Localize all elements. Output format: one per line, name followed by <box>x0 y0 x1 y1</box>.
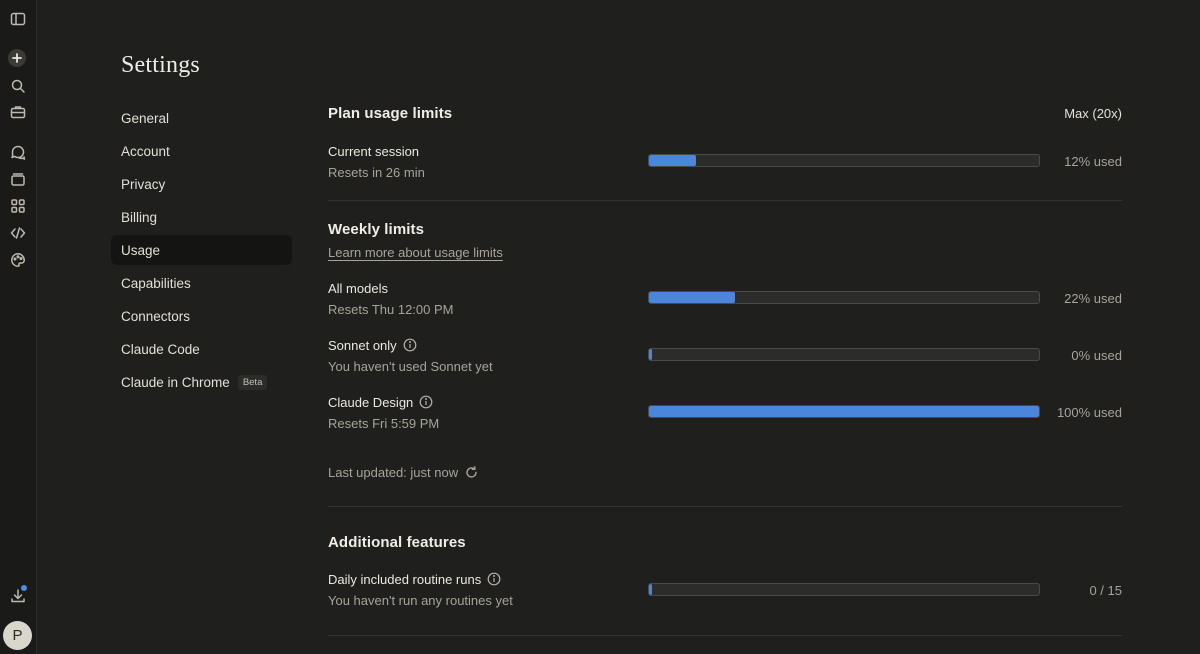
routine-runs-progress-bar <box>648 583 1040 596</box>
claude-design-row-label: Claude Design <box>328 395 433 410</box>
beta-badge: Beta <box>237 374 268 390</box>
routine-runs-count: 0 / 15 <box>1089 583 1122 598</box>
page-title: Settings <box>121 52 200 78</box>
progress-fill <box>649 406 1039 417</box>
chats-icon[interactable] <box>8 142 28 162</box>
sonnet-only-row-label: Sonnet only <box>328 338 417 353</box>
divider <box>328 200 1122 201</box>
nav-item-label: General <box>121 110 170 126</box>
sonnet-only-label: Sonnet only <box>328 338 397 353</box>
code-icon[interactable] <box>8 223 28 243</box>
nav-item-general[interactable]: General <box>111 103 292 133</box>
nav-item-account[interactable]: Account <box>111 136 292 166</box>
progress-fill <box>649 155 696 166</box>
claude-design-percent: 100% used <box>1056 405 1122 420</box>
plan-badge: Max (20x) <box>1064 106 1122 121</box>
nav-item-label: Claude Code <box>121 341 200 357</box>
claude-design-label: Claude Design <box>328 395 414 410</box>
sonnet-only-status: You haven't used Sonnet yet <box>328 359 493 374</box>
plus-icon <box>12 53 22 63</box>
nav-item-capabilities[interactable]: Capabilities <box>111 268 292 298</box>
nav-item-usage[interactable]: Usage <box>111 235 292 265</box>
avatar[interactable]: P <box>3 621 32 650</box>
left-rail: P <box>0 0 37 654</box>
sonnet-only-percent: 0% used <box>1071 348 1122 363</box>
all-models-label: All models <box>328 281 388 296</box>
projects-icon[interactable] <box>8 169 28 189</box>
sidebar-toggle-icon[interactable] <box>8 9 28 29</box>
toolbox-icon[interactable] <box>8 102 28 122</box>
progress-fill <box>649 292 735 303</box>
routine-runs-row-label: Daily included routine runs <box>328 572 501 587</box>
nav-item-claude-code[interactable]: Claude Code <box>111 334 292 364</box>
nav-item-billing[interactable]: Billing <box>111 202 292 232</box>
info-icon[interactable] <box>403 338 417 352</box>
current-session-percent: 12% used <box>1064 154 1122 169</box>
settings-nav: General Account Privacy Billing Usage Ca… <box>111 103 292 400</box>
artifacts-icon[interactable] <box>8 196 28 216</box>
routine-runs-label: Daily included routine runs <box>328 572 482 587</box>
learn-more-link[interactable]: Learn more about usage limits <box>328 245 503 260</box>
nav-item-label: Account <box>121 143 170 159</box>
divider <box>328 635 1122 636</box>
nav-item-connectors[interactable]: Connectors <box>111 301 292 331</box>
notification-dot <box>21 585 27 591</box>
nav-item-label: Claude in Chrome <box>121 374 230 390</box>
routine-runs-status: You haven't run any routines yet <box>328 593 513 608</box>
nav-item-privacy[interactable]: Privacy <box>111 169 292 199</box>
plan-usage-title: Plan usage limits <box>328 105 453 122</box>
progress-fill <box>649 584 652 595</box>
current-session-reset: Resets in 26 min <box>328 165 425 180</box>
refresh-icon[interactable] <box>465 466 478 479</box>
all-models-reset: Resets Thu 12:00 PM <box>328 302 454 317</box>
palette-icon[interactable] <box>8 250 28 270</box>
nav-item-label: Connectors <box>121 308 191 324</box>
nav-item-label: Privacy <box>121 176 166 192</box>
info-icon[interactable] <box>419 395 433 409</box>
claude-design-progress-bar <box>648 405 1040 418</box>
weekly-limits-title: Weekly limits <box>328 221 425 238</box>
search-icon[interactable] <box>8 76 28 96</box>
current-session-label: Current session <box>328 144 420 159</box>
current-session-progress-bar <box>648 154 1040 167</box>
all-models-progress-bar <box>648 291 1040 304</box>
additional-features-title: Additional features <box>328 534 466 551</box>
new-chat-button[interactable] <box>8 49 26 67</box>
nav-item-label: Capabilities <box>121 275 191 291</box>
progress-fill <box>649 349 652 360</box>
divider <box>328 506 1122 507</box>
nav-item-label: Usage <box>121 242 161 258</box>
claude-design-reset: Resets Fri 5:59 PM <box>328 416 440 431</box>
last-updated-text: Last updated: just now <box>328 465 459 480</box>
sonnet-only-progress-bar <box>648 348 1040 361</box>
last-updated-row: Last updated: just now <box>328 465 478 480</box>
nav-item-label: Billing <box>121 209 158 225</box>
all-models-percent: 22% used <box>1064 291 1122 306</box>
info-icon[interactable] <box>487 572 501 586</box>
nav-item-claude-in-chrome[interactable]: Claude in Chrome Beta <box>111 367 292 397</box>
